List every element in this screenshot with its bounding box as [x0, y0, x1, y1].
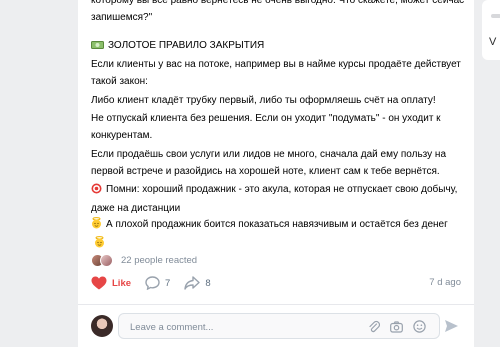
wall-post: которому вы всё равно вернётесь не очень…: [78, 0, 474, 347]
reactions-count: 22 people reacted: [121, 254, 198, 266]
line-text: А плохой продажник боится показаться нав…: [106, 219, 448, 230]
angel-icon: [91, 217, 102, 235]
like-button[interactable]: Like: [91, 276, 131, 290]
comments-button[interactable]: 7: [145, 276, 170, 290]
avatar[interactable]: [91, 315, 113, 337]
post-text-line: Если продаёшь свои услуги или лидов не м…: [91, 149, 446, 177]
post-text-line: которому вы всё равно вернётесь не очень…: [91, 0, 465, 23]
post-text-line: Помни: хороший продажник - это акула, ко…: [91, 181, 466, 217]
side-panel: V: [482, 0, 500, 60]
post-date[interactable]: 7 d ago: [429, 277, 461, 288]
share-button[interactable]: 8: [184, 276, 211, 290]
line-text: Помни: хороший продажник - это акула, ко…: [91, 184, 458, 214]
post-actions: Like 7 8 7 d ago: [91, 272, 461, 294]
post-text-line: Если клиенты у вас на потоке, например в…: [91, 59, 461, 87]
shares-count: 8: [205, 277, 211, 289]
post-text-line: А плохой продажник боится показаться нав…: [91, 216, 466, 254]
money-icon: [91, 39, 104, 56]
post-heading: ЗОЛОТОЕ ПРАВИЛО ЗАКРЫТИЯ: [91, 37, 466, 56]
smile-icon[interactable]: [413, 320, 426, 338]
comment-icon: [145, 276, 160, 290]
divider: [78, 304, 474, 305]
heart-icon: [91, 276, 107, 290]
reactor-avatar: [100, 253, 113, 267]
paperclip-icon[interactable]: [368, 320, 381, 338]
heading-text: ЗОЛОТОЕ ПРАВИЛО ЗАКРЫТИЯ: [108, 40, 265, 51]
side-panel-label[interactable]: V: [489, 36, 496, 48]
post-text-line: Не отпускай клиента без решения. Если он…: [91, 113, 441, 141]
camera-icon[interactable]: [390, 320, 403, 338]
like-label: Like: [112, 277, 132, 289]
comments-count: 7: [165, 277, 171, 289]
send-icon[interactable]: [444, 319, 459, 338]
comment-input[interactable]: [128, 314, 362, 340]
target-icon: [91, 183, 102, 200]
share-icon: [184, 276, 201, 290]
comment-composer: [91, 313, 461, 340]
comment-box: [118, 313, 440, 340]
reactions-summary[interactable]: 22 people reacted: [91, 252, 197, 268]
post-text-line: Либо клиент кладёт трубку первый, либо т…: [91, 95, 436, 106]
side-divider: [491, 14, 500, 18]
